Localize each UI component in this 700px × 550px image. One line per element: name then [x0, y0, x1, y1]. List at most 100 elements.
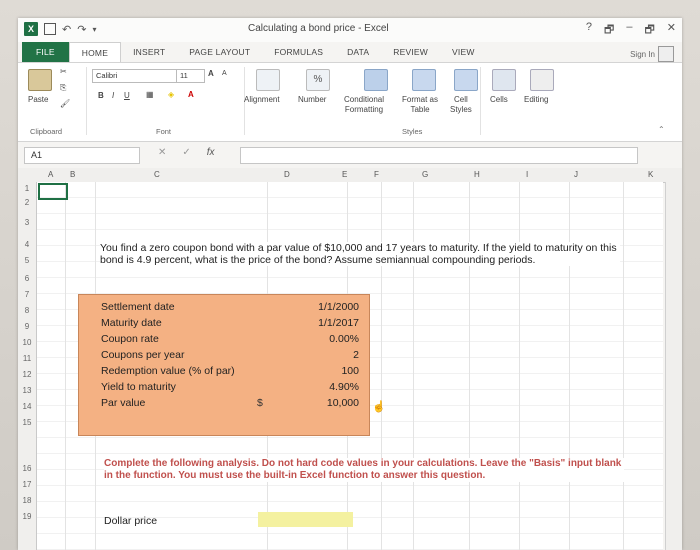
conditional-formatting-button[interactable]: Conditional Formatting — [344, 95, 384, 115]
fill-color-icon[interactable]: ◈ — [168, 90, 174, 99]
editing-button[interactable]: Editing — [524, 95, 548, 104]
row-header[interactable]: 4 — [18, 240, 36, 249]
help-button[interactable]: ? — [586, 21, 592, 40]
input-value-maturity[interactable]: 1/1/2017 — [318, 317, 359, 329]
paste-icon[interactable] — [28, 69, 52, 91]
underline-button[interactable]: U — [124, 91, 130, 100]
row-header[interactable]: 12 — [18, 370, 36, 379]
column-header-a[interactable]: A — [48, 170, 53, 179]
save-icon[interactable] — [44, 23, 56, 35]
column-header-c[interactable]: C — [154, 170, 160, 179]
column-header-g[interactable]: G — [422, 170, 428, 179]
ribbon-display-button[interactable]: 🗗 — [604, 21, 614, 40]
italic-button[interactable]: I — [112, 91, 114, 100]
alignment-icon[interactable] — [256, 69, 280, 91]
cancel-icon[interactable]: ✕ — [158, 147, 166, 158]
cell-styles-button[interactable]: Cell Styles — [450, 95, 472, 115]
grow-font-button[interactable]: A — [208, 69, 214, 78]
shrink-font-button[interactable]: A — [222, 70, 227, 77]
sign-in[interactable]: Sign In — [630, 46, 674, 62]
quick-access-toolbar: X ↶ ↷ ▾ — [24, 22, 96, 36]
conditional-formatting-icon[interactable] — [364, 69, 388, 91]
font-size-select[interactable]: 11 — [176, 69, 205, 83]
cells-button[interactable]: Cells — [490, 95, 508, 104]
row-header[interactable]: 19 — [18, 512, 36, 521]
column-header-d[interactable]: D — [284, 170, 290, 179]
tab-formulas[interactable]: FORMULAS — [262, 42, 335, 62]
row-header[interactable]: 18 — [18, 496, 36, 505]
row-header[interactable]: 13 — [18, 386, 36, 395]
format-painter-icon[interactable]: 🖌 — [60, 99, 70, 108]
insert-function-icon[interactable]: fx — [207, 147, 215, 158]
row-header[interactable]: 17 — [18, 480, 36, 489]
row-header[interactable]: 10 — [18, 338, 36, 347]
sign-in-label[interactable]: Sign In — [630, 50, 655, 59]
row-header[interactable]: 9 — [18, 322, 36, 331]
worksheet-grid[interactable]: You find a zero coupon bond with a par v… — [37, 182, 663, 550]
dollar-price-answer-cell[interactable] — [258, 512, 353, 527]
row-header[interactable]: 5 — [18, 256, 36, 265]
column-header-i[interactable]: I — [526, 170, 528, 179]
tab-file[interactable]: FILE — [22, 42, 69, 62]
input-value-settlement[interactable]: 1/1/2000 — [318, 301, 359, 313]
minimize-button[interactable]: – — [626, 21, 632, 40]
undo-icon[interactable]: ↶ — [62, 23, 71, 36]
input-label-ytm: Yield to maturity — [101, 381, 176, 393]
cut-icon[interactable]: ✂ — [60, 67, 67, 76]
tab-page-layout[interactable]: PAGE LAYOUT — [177, 42, 262, 62]
collapse-ribbon-icon[interactable]: ⌃ — [658, 125, 665, 134]
paste-button[interactable]: Paste — [28, 95, 48, 104]
tab-insert[interactable]: INSERT — [121, 42, 177, 62]
binoculars-icon[interactable] — [530, 69, 554, 91]
input-value-redemption[interactable]: 100 — [341, 365, 359, 377]
input-value-par-value[interactable]: 10,000 — [327, 397, 359, 409]
format-as-table-icon[interactable] — [412, 69, 436, 91]
tab-review[interactable]: REVIEW — [381, 42, 440, 62]
cells-icon[interactable] — [492, 69, 516, 91]
input-value-coupon-rate[interactable]: 0.00% — [329, 333, 359, 345]
row-header[interactable]: 2 — [18, 198, 36, 207]
separator — [86, 67, 87, 135]
input-value-coupons-per-year[interactable]: 2 — [353, 349, 359, 361]
font-color-icon[interactable]: A — [188, 90, 194, 99]
column-header-h[interactable]: H — [474, 170, 480, 179]
formula-input[interactable] — [240, 147, 638, 164]
restore-button[interactable]: 🗗 — [644, 21, 654, 40]
tab-data[interactable]: DATA — [335, 42, 381, 62]
number-button[interactable]: Number — [298, 95, 326, 104]
column-header-k[interactable]: K — [648, 170, 653, 179]
bold-button[interactable]: B — [98, 91, 104, 100]
row-header[interactable]: 8 — [18, 306, 36, 315]
cell-styles-icon[interactable] — [454, 69, 478, 91]
customize-qat-icon[interactable]: ▾ — [92, 25, 96, 34]
input-value-ytm[interactable]: 4.90% — [329, 381, 359, 393]
name-box[interactable]: A1 — [24, 147, 140, 164]
format-as-table-button[interactable]: Format as Table — [402, 95, 438, 115]
redo-icon[interactable]: ↷ — [77, 23, 86, 36]
column-header-f[interactable]: F — [374, 170, 379, 179]
borders-icon[interactable]: ▦ — [146, 90, 154, 99]
column-header-e[interactable]: E — [342, 170, 347, 179]
row-header[interactable]: 11 — [18, 354, 36, 363]
tab-view[interactable]: VIEW — [440, 42, 487, 62]
row-header[interactable]: 15 — [18, 418, 36, 427]
row-header[interactable]: 3 — [18, 218, 36, 227]
enter-icon[interactable]: ✓ — [182, 147, 190, 158]
font-name-select[interactable]: Calibri — [92, 69, 177, 83]
row-header[interactable]: 16 — [18, 464, 36, 473]
copy-icon[interactable]: ⎘ — [60, 83, 66, 93]
close-button[interactable]: ✕ — [667, 21, 676, 40]
row-header[interactable]: 7 — [18, 290, 36, 299]
row-header[interactable]: 1 — [18, 184, 36, 193]
column-header-j[interactable]: J — [574, 170, 578, 179]
avatar[interactable] — [658, 46, 674, 62]
alignment-button[interactable]: Alignment — [244, 95, 280, 104]
vertical-scrollbar[interactable] — [665, 182, 682, 550]
column-header-b[interactable]: B — [70, 170, 75, 179]
row-header[interactable]: 14 — [18, 402, 36, 411]
active-cell-a1[interactable] — [38, 183, 68, 200]
tab-home[interactable]: HOME — [68, 42, 122, 62]
row-header[interactable]: 6 — [18, 274, 36, 283]
gridline — [413, 182, 414, 550]
number-format-icon[interactable]: % — [306, 69, 330, 91]
